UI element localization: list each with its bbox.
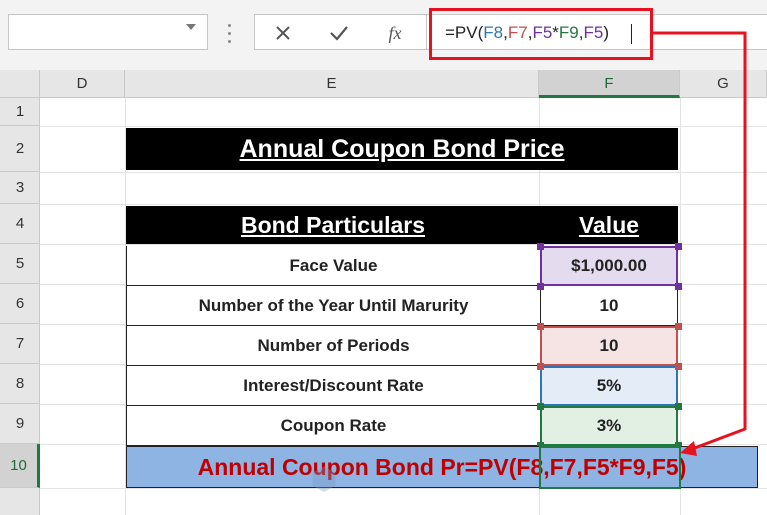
annotation-arrow	[653, 31, 747, 456]
watermark-logo	[310, 466, 460, 506]
